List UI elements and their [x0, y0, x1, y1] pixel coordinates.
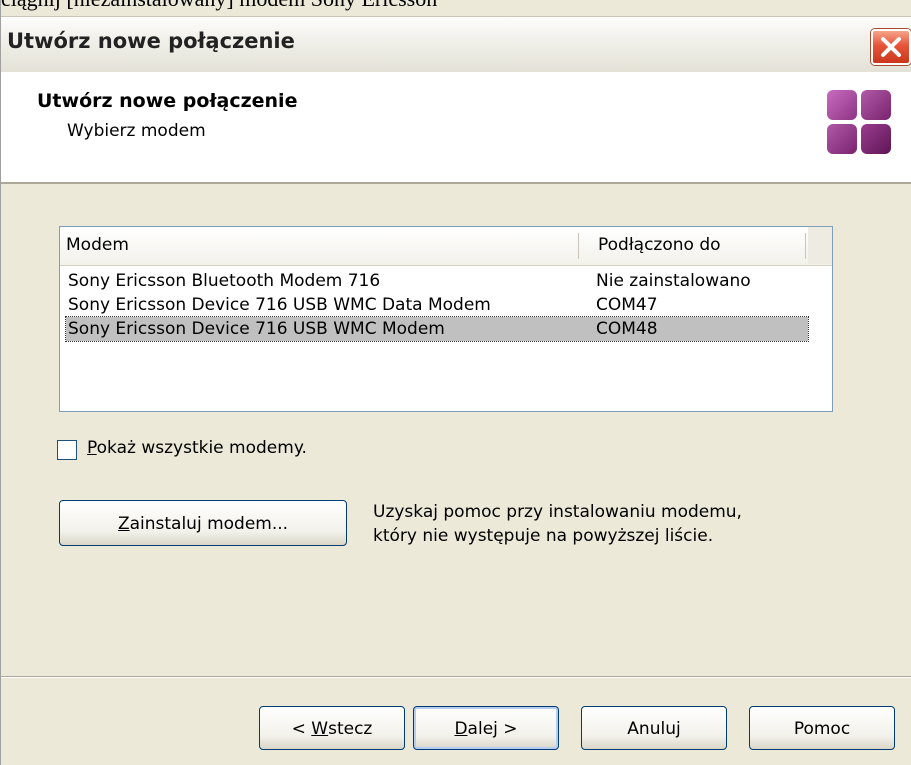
dialog-window: ciągnij [niezainstalowany] modem Sony Er… — [0, 0, 911, 765]
close-icon — [881, 37, 901, 57]
show-all-modems-label[interactable]: Pokaż wszystkie modemy. — [87, 438, 307, 458]
modem-port: COM48 — [596, 319, 658, 339]
help-line-1: Uzyskaj pomoc przy instalowaniu modemu, — [373, 502, 742, 522]
show-all-modems-checkbox[interactable] — [57, 440, 77, 460]
help-line-2: który nie występuje na powyższej liście. — [373, 526, 714, 546]
window-title: Utwórz nowe połączenie — [7, 29, 295, 53]
list-item[interactable]: Sony Ericsson Device 716 USB WMC Data Mo… — [66, 293, 808, 317]
label-text: okaż wszystkie modemy. — [96, 438, 307, 458]
modem-port: COM47 — [596, 295, 658, 315]
help-button[interactable]: Pomoc — [749, 706, 895, 750]
column-header-modem[interactable]: Modem — [66, 235, 129, 255]
column-separator[interactable] — [805, 233, 806, 259]
mnemonic-letter: W — [311, 719, 329, 739]
header-title: Utwórz nowe połączenie — [37, 90, 298, 112]
modem-name: Sony Ericsson Device 716 USB WMC Data Mo… — [68, 295, 491, 315]
column-header-port[interactable]: Podłączono do — [598, 235, 721, 255]
background-caption: ciągnij [niezainstalowany] modem Sony Er… — [1, 0, 437, 12]
button-label: < — [291, 719, 312, 739]
list-item[interactable]: Sony Ericsson Bluetooth Modem 716 Nie za… — [66, 269, 808, 293]
mnemonic-letter: D — [454, 719, 468, 739]
column-separator[interactable] — [578, 233, 579, 259]
button-label: alej > — [467, 719, 518, 739]
footer-divider — [1, 676, 911, 678]
close-button[interactable] — [871, 29, 911, 65]
connection-logo-icon — [827, 90, 893, 156]
install-modem-button[interactable]: Zainstaluj modem... — [59, 500, 347, 546]
modem-list[interactable]: Modem Podłączono do Sony Ericsson Blueto… — [59, 226, 833, 412]
header-subtitle: Wybierz modem — [67, 121, 206, 141]
install-help-text: Uzyskaj pomoc przy instalowaniu modemu, … — [373, 500, 742, 548]
back-button[interactable]: < Wstecz — [259, 706, 405, 750]
header-filler — [808, 227, 832, 264]
cancel-button[interactable]: Anuluj — [581, 706, 727, 750]
modem-port: Nie zainstalowano — [596, 271, 751, 291]
mnemonic-letter: P — [87, 438, 97, 458]
list-header: Modem Podłączono do — [60, 227, 832, 266]
button-label: ainstaluj modem... — [129, 514, 289, 534]
title-bar[interactable]: Utwórz nowe połączenie — [1, 16, 911, 73]
modem-name: Sony Ericsson Device 716 USB WMC Modem — [68, 319, 445, 339]
button-label: stecz — [328, 719, 373, 739]
next-button[interactable]: Dalej > — [413, 706, 559, 750]
mnemonic-letter: Z — [117, 514, 130, 534]
wizard-header: Utwórz nowe połączenie Wybierz modem — [1, 72, 911, 184]
list-item-selected[interactable]: Sony Ericsson Device 716 USB WMC Modem C… — [65, 316, 809, 342]
modem-name: Sony Ericsson Bluetooth Modem 716 — [68, 271, 381, 291]
